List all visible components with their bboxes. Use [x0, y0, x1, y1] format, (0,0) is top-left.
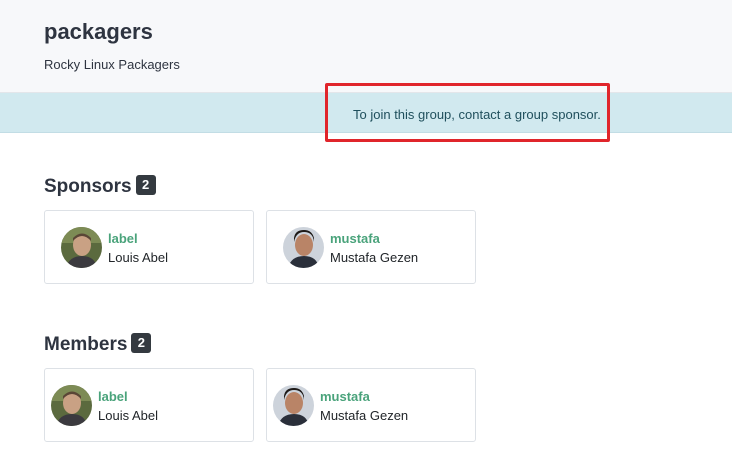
sponsors-heading: Sponsors 2	[44, 175, 156, 198]
member-card-mustafa[interactable]: mustafa Mustafa Gezen	[266, 368, 476, 442]
user-avatar-photo	[273, 385, 314, 426]
sponsors-count-badge: 2	[135, 175, 156, 195]
user-avatar-photo	[283, 227, 324, 268]
user-avatar-photo	[61, 227, 102, 268]
group-header	[0, 0, 732, 93]
sponsors-title: Sponsors	[44, 176, 132, 197]
member-card-label[interactable]: label Louis Abel	[44, 368, 254, 442]
sponsor-card-mustafa[interactable]: mustafa Mustafa Gezen	[266, 210, 476, 284]
page-title: packagers	[44, 19, 153, 44]
user-avatar-photo	[51, 385, 92, 426]
sponsor-full-name: Mustafa Gezen	[330, 250, 419, 265]
members-count-badge: 2	[131, 333, 152, 353]
sponsor-full-name: Louis Abel	[108, 250, 168, 265]
sponsor-username-link[interactable]: label	[108, 231, 138, 246]
member-full-name: Mustafa Gezen	[320, 408, 409, 423]
members-heading: Members 2	[44, 333, 152, 356]
member-username-link[interactable]: mustafa	[320, 389, 370, 404]
members-title: Members	[44, 334, 128, 355]
member-full-name: Louis Abel	[98, 408, 158, 423]
sponsor-card-label[interactable]: label Louis Abel	[44, 210, 254, 284]
member-username-link[interactable]: label	[98, 389, 128, 404]
sponsor-username-link[interactable]: mustafa	[330, 231, 380, 246]
join-info-text: To join this group, contact a group spon…	[353, 107, 601, 122]
group-description: Rocky Linux Packagers	[44, 57, 180, 72]
